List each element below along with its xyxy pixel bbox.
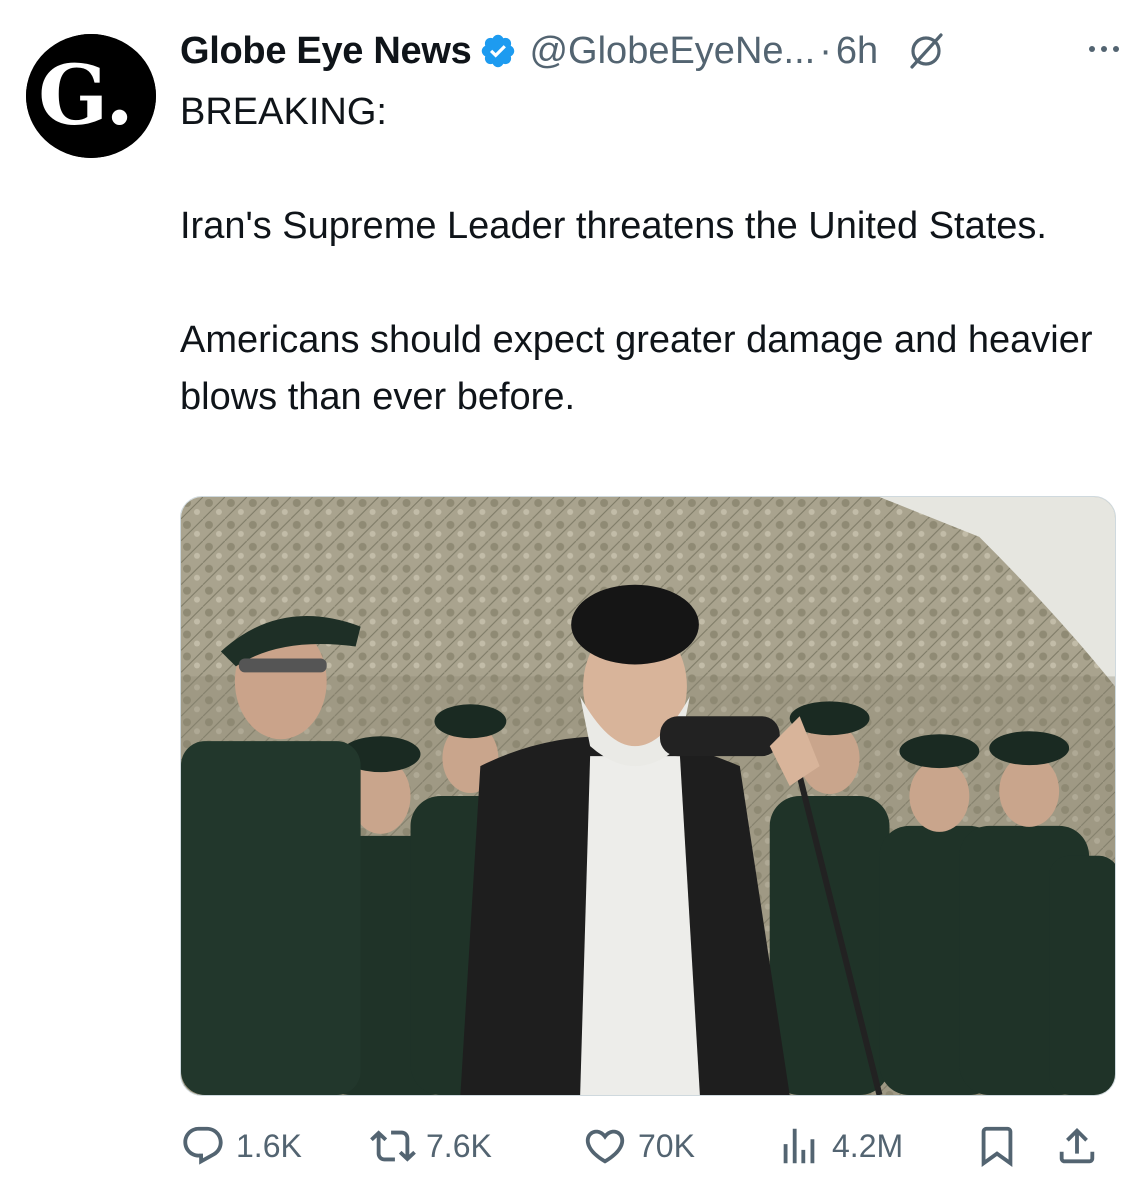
views-button[interactable]: 4.2M (776, 1116, 903, 1176)
avatar[interactable]: G. (26, 34, 156, 158)
tweet-photo[interactable] (180, 496, 1116, 1096)
verified-badge-icon (482, 34, 515, 68)
author-name[interactable]: Globe Eye News (180, 30, 472, 73)
like-icon (585, 1129, 625, 1164)
separator-dot: · (819, 29, 832, 72)
repost-button[interactable]: 7.6K (370, 1116, 492, 1176)
reply-icon (183, 1126, 223, 1165)
author-handle[interactable]: @GlobeEyeNe... (529, 30, 815, 73)
post-header: Globe Eye News @GlobeEyeNe... · 6h (180, 26, 1124, 76)
reply-count: 1.6K (236, 1127, 302, 1164)
svg-text:G.: G. (38, 48, 134, 144)
views-icon (783, 1128, 815, 1164)
bookmark-button[interactable] (974, 1116, 1020, 1176)
like-button[interactable]: 70K (582, 1116, 695, 1176)
tweet-paragraph-1: Iran's Supreme Leader threatens the Unit… (180, 205, 1047, 247)
grok-icon[interactable] (904, 29, 948, 73)
reply-button[interactable]: 1.6K (180, 1116, 302, 1176)
share-button[interactable] (1054, 1116, 1100, 1176)
like-count: 70K (638, 1127, 695, 1164)
more-icon[interactable] (1084, 34, 1124, 64)
globe-eye-logo: G. (26, 34, 156, 158)
military-ceremony-photo (181, 497, 1115, 1095)
action-bar: 1.6K 7.6K 70K 4.2M (180, 1116, 1116, 1176)
tweet-paragraph-2: Americans should expect greater damage a… (180, 319, 1093, 418)
repost-icon (370, 1130, 416, 1162)
post-time[interactable]: 6h (836, 30, 878, 73)
views-count: 4.2M (832, 1127, 904, 1164)
tweet-text: BREAKING: Iran's Supreme Leader threaten… (180, 84, 1120, 426)
share-icon (1059, 1127, 1095, 1164)
repost-count: 7.6K (426, 1127, 492, 1164)
bookmark-icon (981, 1126, 1013, 1167)
breaking-label: BREAKING: (180, 91, 387, 133)
